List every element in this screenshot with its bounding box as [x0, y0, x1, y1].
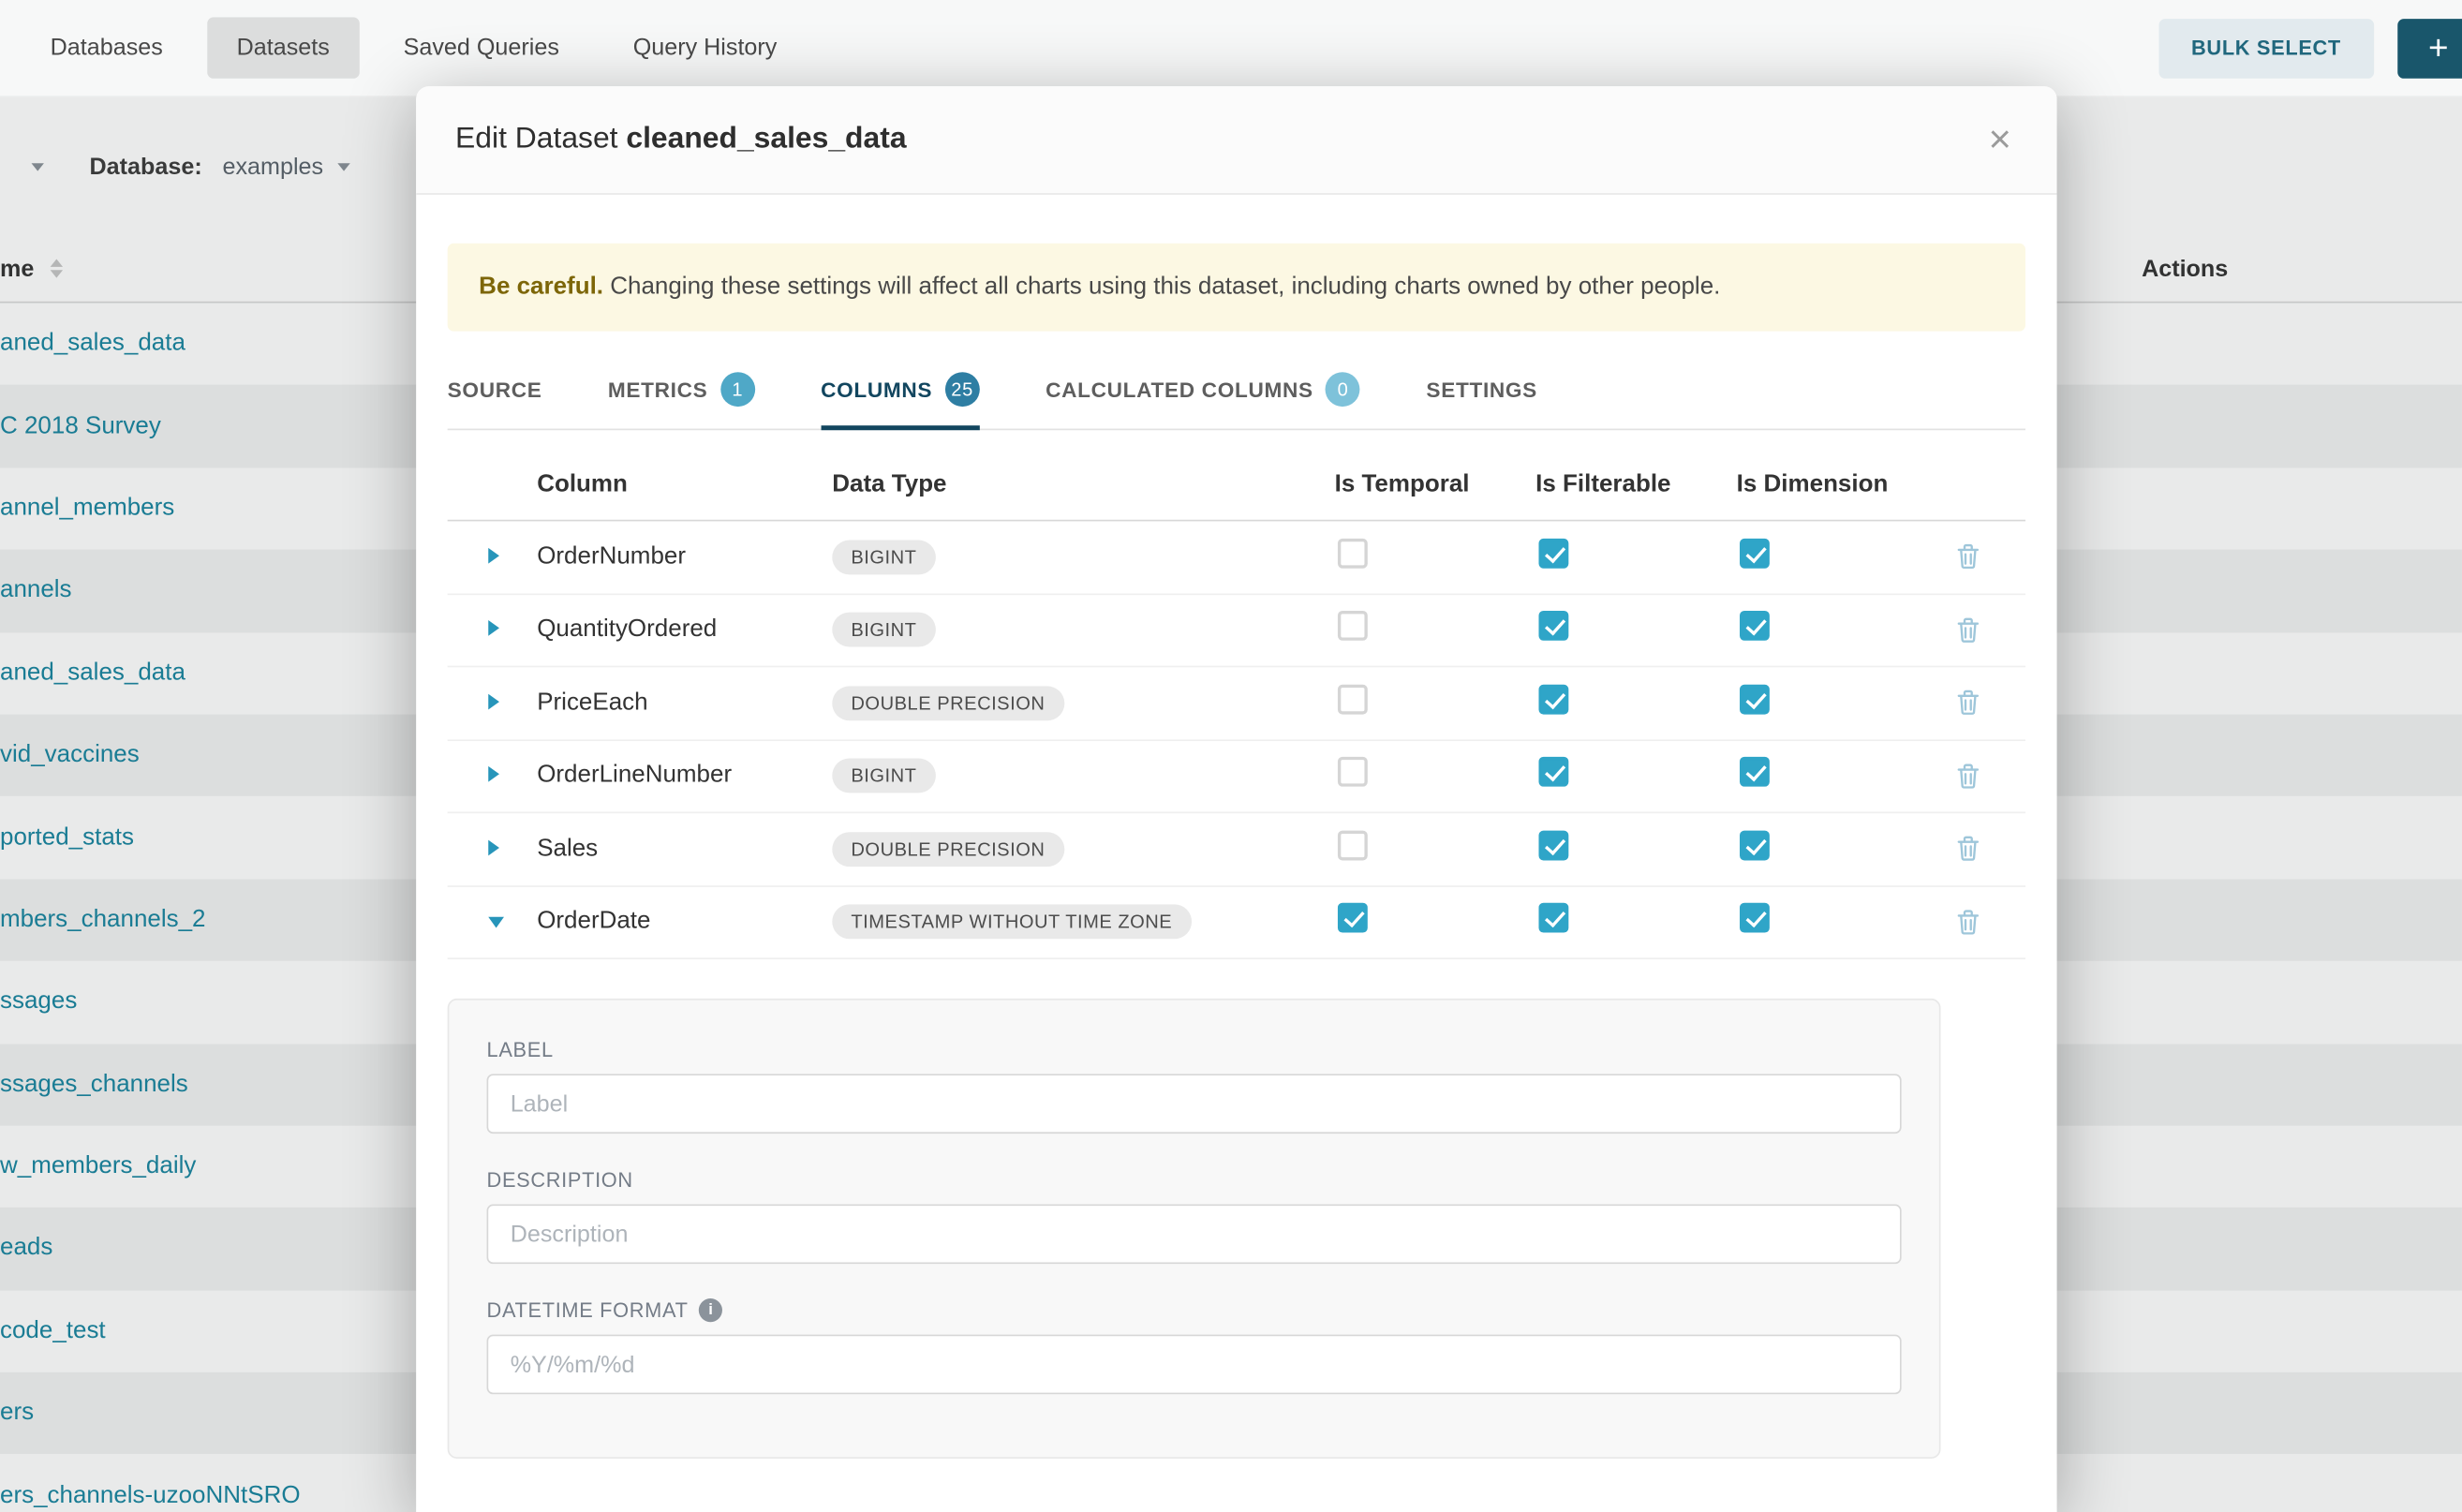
- top-navbar: Databases Datasets Saved Queries Query H…: [0, 0, 2462, 97]
- is-temporal-checkbox[interactable]: [1338, 903, 1368, 933]
- data-type-pill: BIGINT: [832, 613, 935, 647]
- expand-caret-icon[interactable]: [488, 839, 499, 855]
- expand-caret-icon[interactable]: [488, 620, 499, 636]
- tab-calculated-columns[interactable]: CALCULATED COLUMNS 0: [1046, 353, 1360, 428]
- description-input[interactable]: [487, 1204, 1902, 1264]
- warning-text: Changing these settings will affect all …: [610, 274, 1720, 300]
- tab-metrics-label: METRICS: [608, 378, 708, 401]
- column-row: OrderDate TIMESTAMP WITHOUT TIME ZONE: [448, 886, 2025, 959]
- is-dimension-checkbox[interactable]: [1740, 903, 1770, 933]
- is-filterable-checkbox[interactable]: [1538, 684, 1568, 714]
- is-filterable-checkbox[interactable]: [1538, 830, 1568, 860]
- data-type-pill: TIMESTAMP WITHOUT TIME ZONE: [832, 905, 1191, 940]
- nav-item-datasets[interactable]: Datasets: [207, 17, 360, 78]
- is-temporal-header: Is Temporal: [1335, 471, 1536, 499]
- is-dimension-checkbox[interactable]: [1740, 757, 1770, 787]
- datetime-format-field-label: DATETIME FORMAT i: [487, 1298, 1902, 1322]
- description-field-label: DESCRIPTION: [487, 1168, 1902, 1192]
- is-filterable-checkbox[interactable]: [1538, 538, 1568, 568]
- is-filterable-checkbox[interactable]: [1538, 611, 1568, 641]
- column-name: Sales: [537, 835, 832, 863]
- data-type-header: Data Type: [832, 471, 1334, 499]
- calculated-columns-count-badge: 0: [1326, 372, 1360, 407]
- column-row: OrderLineNumber BIGINT: [448, 740, 2025, 813]
- column-name: PriceEach: [537, 689, 832, 717]
- modal-header: Edit Dataset cleaned_sales_data ×: [416, 86, 2056, 195]
- column-name: QuantityOrdered: [537, 615, 832, 644]
- tab-columns-label: COLUMNS: [821, 378, 932, 401]
- close-icon[interactable]: ×: [1982, 114, 2018, 166]
- tab-calculated-columns-label: CALCULATED COLUMNS: [1046, 378, 1313, 401]
- warning-bold-text: Be careful.: [479, 274, 603, 300]
- nav-tabs: Databases Datasets Saved Queries Query H…: [21, 17, 821, 78]
- data-type-pill: DOUBLE PRECISION: [832, 686, 1063, 720]
- is-temporal-checkbox[interactable]: [1338, 684, 1368, 714]
- label-field-label-text: LABEL: [487, 1038, 554, 1061]
- tab-source-label: SOURCE: [448, 378, 542, 401]
- is-temporal-checkbox[interactable]: [1338, 538, 1368, 568]
- expand-caret-icon[interactable]: [488, 766, 499, 782]
- datetime-format-label-text: DATETIME FORMAT: [487, 1298, 689, 1322]
- column-name: OrderLineNumber: [537, 762, 832, 790]
- delete-icon[interactable]: [1956, 909, 1980, 935]
- nav-item-query-history[interactable]: Query History: [603, 17, 807, 78]
- data-type-pill: BIGINT: [832, 540, 935, 574]
- tab-settings[interactable]: SETTINGS: [1426, 353, 1537, 428]
- column-name: OrderNumber: [537, 542, 832, 571]
- data-type-pill: BIGINT: [832, 759, 935, 793]
- column-header: Column: [537, 471, 832, 499]
- columns-table: Column Data Type Is Temporal Is Filterab…: [448, 471, 2025, 959]
- column-row: Sales DOUBLE PRECISION: [448, 813, 2025, 886]
- label-field-label: LABEL: [487, 1038, 1902, 1061]
- screen: Databases Datasets Saved Queries Query H…: [0, 0, 2462, 1512]
- columns-count-badge: 25: [945, 372, 980, 407]
- nav-item-saved-queries[interactable]: Saved Queries: [374, 17, 589, 78]
- is-dimension-checkbox[interactable]: [1740, 830, 1770, 860]
- delete-icon[interactable]: [1956, 689, 1980, 716]
- is-dimension-checkbox[interactable]: [1740, 684, 1770, 714]
- column-row: QuantityOrdered BIGINT: [448, 594, 2025, 667]
- modal-title-dataset-name: cleaned_sales_data: [626, 123, 906, 156]
- column-detail-panel: LABEL DESCRIPTION DATETIME FORMAT i: [448, 999, 1941, 1459]
- edit-dataset-modal: Edit Dataset cleaned_sales_data × Be car…: [416, 86, 2056, 1512]
- column-row: PriceEach DOUBLE PRECISION: [448, 667, 2025, 740]
- is-filterable-checkbox[interactable]: [1538, 903, 1568, 933]
- is-temporal-checkbox[interactable]: [1338, 830, 1368, 860]
- delete-icon[interactable]: [1956, 616, 1980, 643]
- column-row: OrderNumber BIGINT: [448, 521, 2025, 594]
- tab-source[interactable]: SOURCE: [448, 353, 542, 428]
- is-temporal-checkbox[interactable]: [1338, 611, 1368, 641]
- is-dimension-header: Is Dimension: [1737, 471, 1957, 499]
- is-dimension-checkbox[interactable]: [1740, 538, 1770, 568]
- is-filterable-header: Is Filterable: [1535, 471, 1737, 499]
- bulk-select-button[interactable]: BULK SELECT: [2158, 18, 2374, 78]
- info-icon: i: [699, 1298, 722, 1322]
- tab-columns[interactable]: COLUMNS 25: [821, 353, 980, 428]
- nav-item-databases[interactable]: Databases: [21, 17, 193, 78]
- nav-actions: BULK SELECT +: [2158, 18, 2462, 78]
- columns-table-header: Column Data Type Is Temporal Is Filterab…: [448, 471, 2025, 522]
- data-type-pill: DOUBLE PRECISION: [832, 832, 1063, 867]
- is-dimension-checkbox[interactable]: [1740, 611, 1770, 641]
- expand-caret-icon[interactable]: [488, 548, 499, 564]
- warning-banner: Be careful. Changing these settings will…: [448, 244, 2025, 332]
- datetime-format-input[interactable]: [487, 1335, 1902, 1395]
- is-temporal-checkbox[interactable]: [1338, 757, 1368, 787]
- tab-settings-label: SETTINGS: [1426, 378, 1537, 401]
- delete-icon[interactable]: [1956, 763, 1980, 789]
- delete-icon[interactable]: [1956, 836, 1980, 862]
- label-input[interactable]: [487, 1074, 1902, 1134]
- add-dataset-button[interactable]: +: [2397, 18, 2462, 78]
- modal-title-prefix: Edit Dataset: [455, 123, 617, 156]
- column-name: OrderDate: [537, 908, 832, 936]
- collapse-caret-icon[interactable]: [488, 917, 504, 928]
- metrics-count-badge: 1: [720, 372, 755, 407]
- modal-title: Edit Dataset cleaned_sales_data: [455, 123, 907, 157]
- delete-icon[interactable]: [1956, 543, 1980, 570]
- description-field-label-text: DESCRIPTION: [487, 1168, 633, 1192]
- tab-metrics[interactable]: METRICS 1: [608, 353, 755, 428]
- expand-caret-icon[interactable]: [488, 693, 499, 709]
- is-filterable-checkbox[interactable]: [1538, 757, 1568, 787]
- modal-tabs: SOURCE METRICS 1 COLUMNS 25 CALCULATED C…: [448, 353, 2025, 430]
